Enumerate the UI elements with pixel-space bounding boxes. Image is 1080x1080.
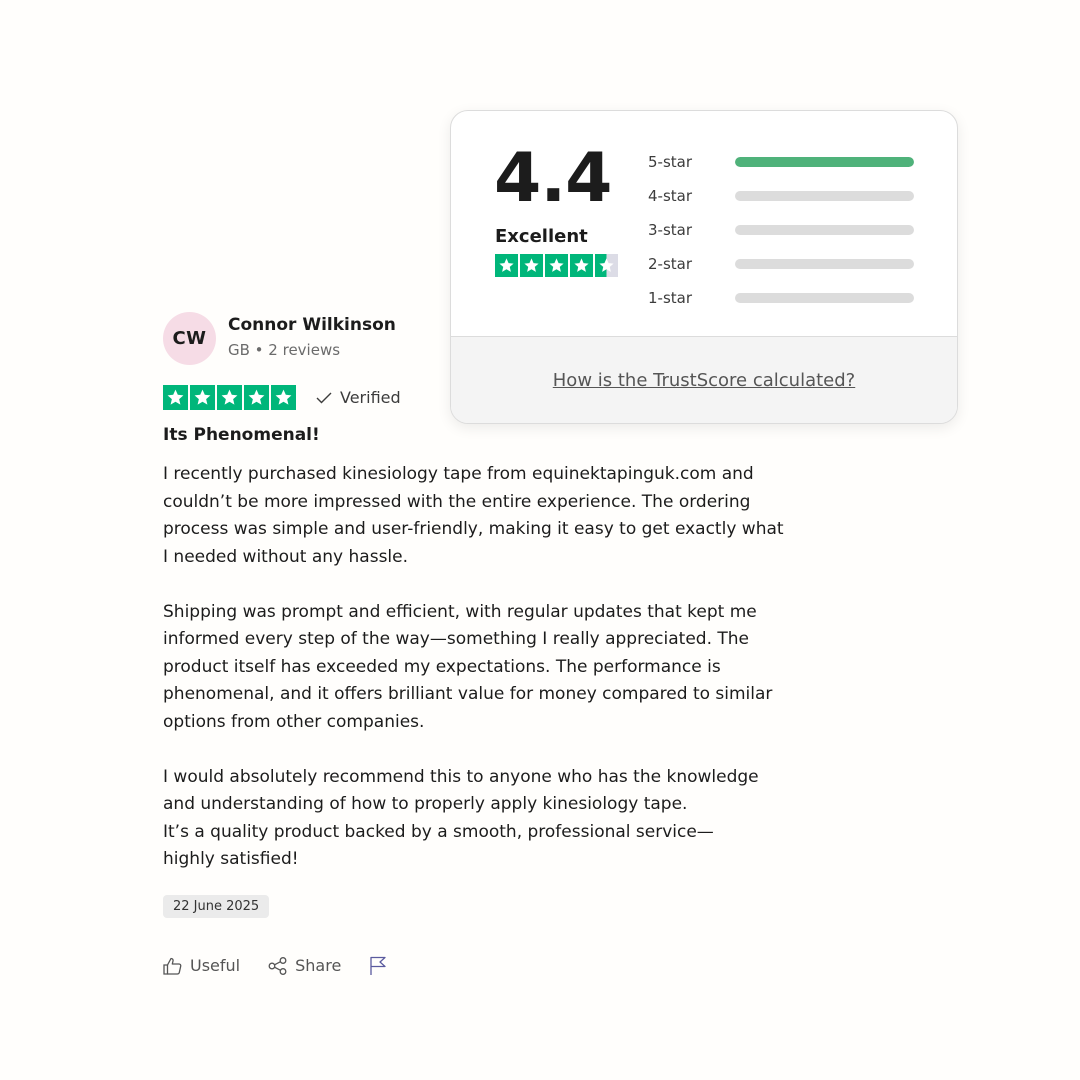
review-body: I recently purchased kinesiology tape fr…: [163, 461, 823, 874]
star-icon: [545, 254, 568, 277]
share-button[interactable]: Share: [268, 956, 341, 975]
reviewer-info: Connor Wilkinson GB • 2 reviews: [228, 315, 396, 359]
distribution-bar-fill: [735, 157, 914, 167]
distribution-row[interactable]: 2-star: [648, 247, 914, 281]
star-icon: [217, 385, 242, 410]
distribution-bar: [735, 293, 914, 303]
review-actions: Useful Share: [163, 956, 823, 976]
share-label: Share: [295, 956, 342, 975]
star-icon: [163, 385, 188, 410]
trustscore-card: 4.4 Excellent 5-star 4-star 3-star 2-star 1-…: [450, 110, 958, 424]
star-icon: [570, 254, 593, 277]
star-icon: [271, 385, 296, 410]
verified-badge[interactable]: Verified: [316, 388, 401, 407]
review-date: 22 June 2025: [163, 894, 270, 918]
trustscore-footer: How is the TrustScore calculated?: [451, 336, 957, 423]
star-icon: [190, 385, 215, 410]
distribution-label: 4-star: [648, 187, 693, 205]
reviewer-name[interactable]: Connor Wilkinson: [228, 315, 396, 335]
review-title: Its Phenomenal!: [163, 425, 320, 445]
share-icon: [268, 956, 287, 975]
review-paragraph: Shipping was prompt and efficient, with …: [163, 601, 773, 732]
useful-label: Useful: [190, 956, 241, 975]
rating-distribution: 5-star 4-star 3-star 2-star 1-star: [648, 153, 914, 315]
distribution-row[interactable]: 5-star: [648, 145, 914, 179]
review-paragraph: I recently purchased kinesiology tape fr…: [163, 464, 784, 567]
distribution-label: 2-star: [648, 255, 693, 273]
review-paragraph: I would absolutely recommend this to any…: [163, 766, 759, 870]
star-icon: [244, 385, 269, 410]
distribution-label: 1-star: [648, 289, 693, 307]
trustscore-stars: [495, 254, 618, 277]
thumbs-up-icon: [163, 957, 182, 975]
trustscore-explanation-link[interactable]: How is the TrustScore calculated?: [553, 370, 855, 391]
trustscore-summary: 4.4 Excellent 5-star 4-star 3-star 2-star 1-…: [451, 111, 957, 336]
distribution-row[interactable]: 1-star: [648, 281, 914, 315]
distribution-bar: [735, 157, 914, 167]
distribution-bar: [735, 191, 914, 201]
useful-button[interactable]: Useful: [163, 956, 240, 975]
verified-label: Verified: [340, 388, 401, 407]
star-icon: [520, 254, 543, 277]
review-star-rating: [163, 385, 296, 410]
trustscore-value: 4.4: [494, 139, 612, 218]
distribution-label: 3-star: [648, 221, 693, 239]
distribution-label: 5-star: [648, 153, 693, 171]
star-icon: [495, 254, 518, 277]
distribution-bar: [735, 225, 914, 235]
star-icon: [595, 254, 618, 277]
flag-icon: [370, 956, 386, 975]
avatar[interactable]: CW: [163, 312, 216, 365]
distribution-bar: [735, 259, 914, 269]
checkmark-icon: [316, 392, 332, 403]
distribution-row[interactable]: 4-star: [648, 179, 914, 213]
reviewer-meta: GB • 2 reviews: [228, 341, 341, 359]
distribution-row[interactable]: 3-star: [648, 213, 914, 247]
report-button[interactable]: [369, 956, 395, 976]
trustscore-label: Excellent: [495, 226, 588, 247]
